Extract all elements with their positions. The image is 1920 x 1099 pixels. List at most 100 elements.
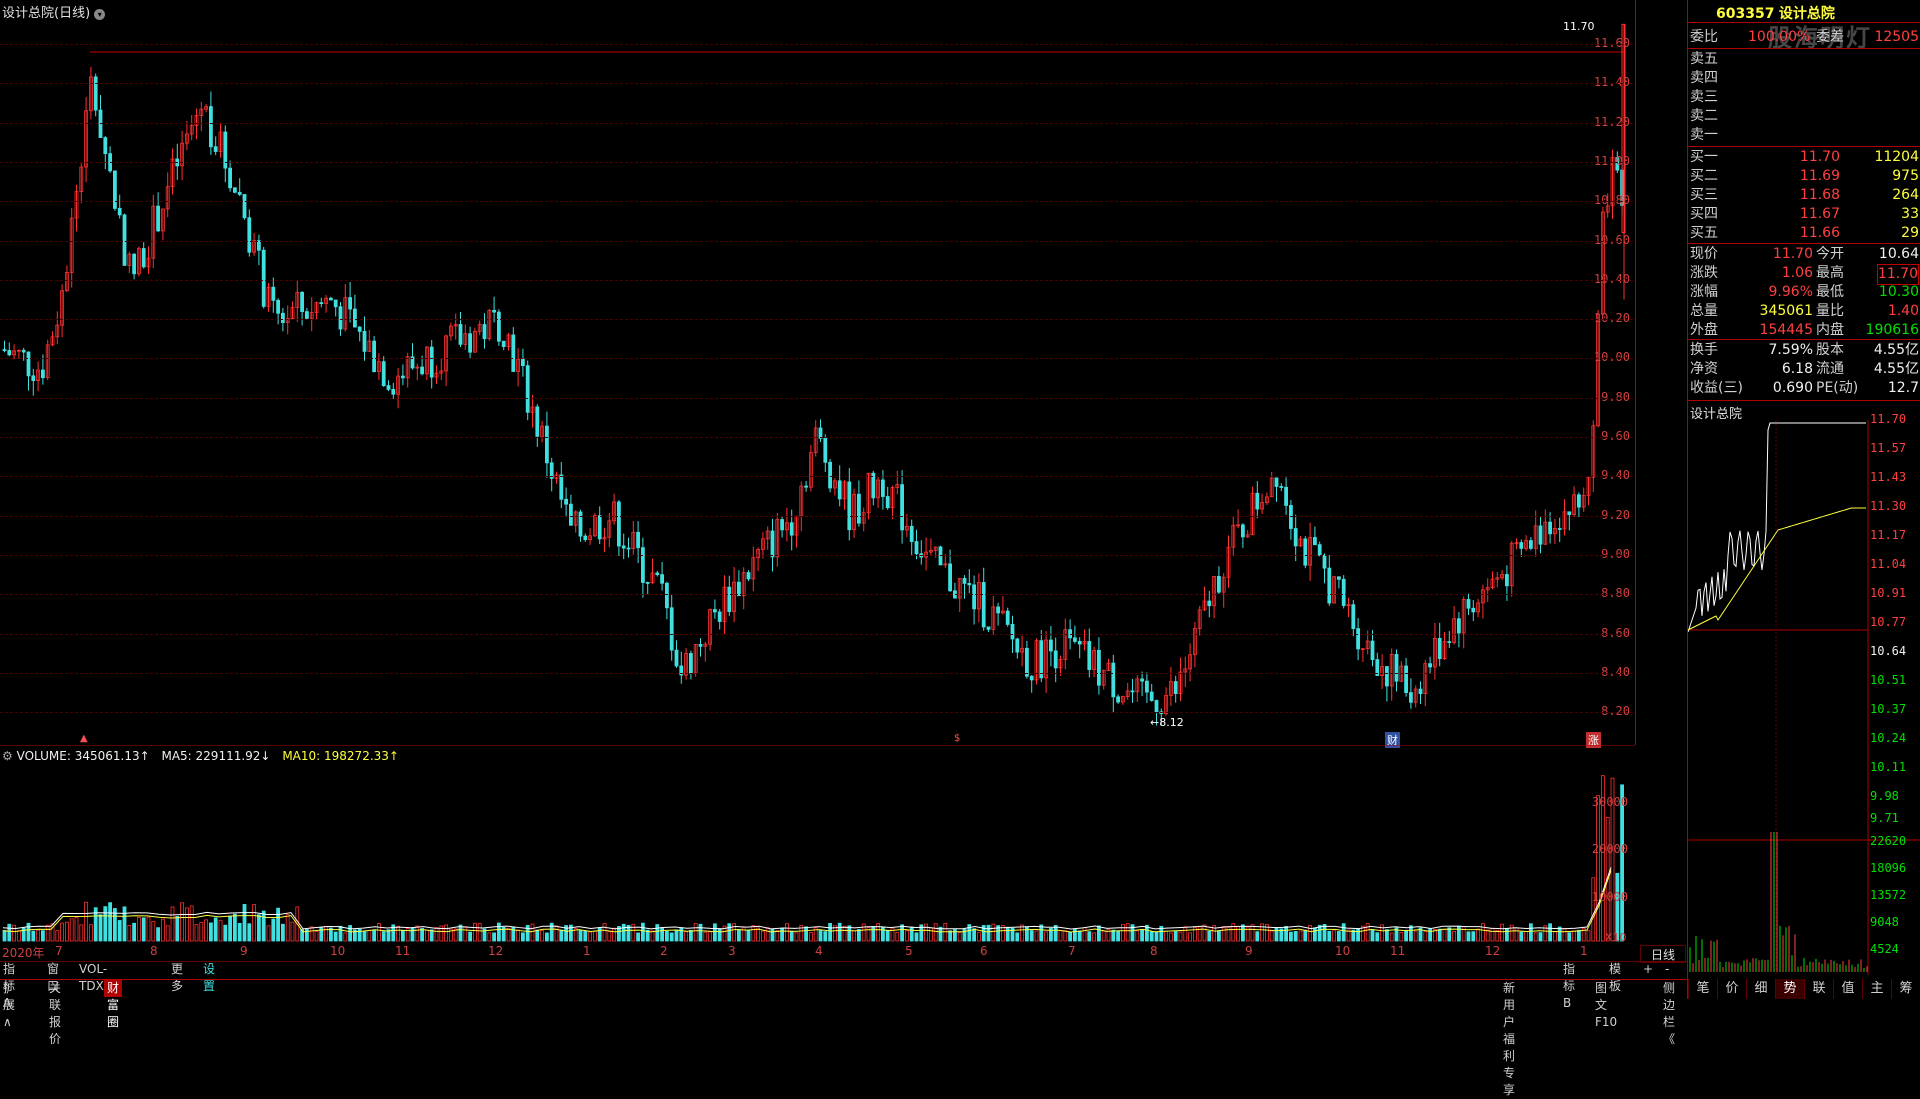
event-marker-1[interactable]: ▲ [80,733,88,744]
toolbar-button-1[interactable]: 窗口 [44,961,62,978]
side-tab-1[interactable]: 价 [1717,979,1746,999]
candle-body [1112,663,1115,697]
toolbar-button-0[interactable]: 指标B [1560,961,1578,978]
toolbar-button-2[interactable]: + [1640,961,1656,978]
candle-body [257,241,260,251]
toolbar-button-0[interactable]: 新用户福利专享 [1500,980,1518,997]
volume-bar [473,923,476,941]
volume-bar [464,927,467,941]
side-tab-6[interactable]: 主 [1862,979,1891,999]
side-tab-3[interactable]: 势 [1775,979,1804,999]
kline-chart[interactable]: 设计总院(日线) ▾ 11.60 11.40 11.20 11.00 10.80 10.6… [0,0,1636,745]
toolbar-button-2[interactable]: VOL-TDX [76,961,109,978]
volume-bar [1342,924,1345,941]
volume-bar [200,923,203,941]
candle-body [665,583,668,608]
toolbar-button-3[interactable]: 更多 [168,961,186,978]
volume-bar [929,928,932,941]
mini-vol-tick: 18096 [1870,861,1918,875]
stat-row: 总量 345061 量比 1.40 [1688,302,1920,321]
grid-line [0,358,1633,359]
candle-body [982,582,985,626]
candle-body [214,147,217,152]
volume-bar [737,930,740,941]
candle-body [689,653,692,673]
side-tab-0[interactable]: 笔 [1688,979,1717,999]
volume-bar [128,925,131,941]
price-tick: 10.80 [1588,193,1630,207]
candle-body [661,575,664,584]
volume-bar [1083,928,1086,941]
grid-line [0,83,1633,84]
volume-chart[interactable]: ⚙ VOLUME: 345061.13↑ MA5: 229111.92↓ MA1… [0,745,1635,956]
toolbar-button-2[interactable]: 财富圈 [104,980,122,997]
volume-bar [1237,927,1240,941]
stat2-value-2: 4.55亿 [1874,341,1919,360]
side-tab-4[interactable]: 联 [1804,979,1833,999]
toolbar-button-1[interactable]: 图文F10 [1592,980,1620,997]
candle-body [1088,642,1091,670]
toolbar-button-0[interactable]: 指标A [0,961,18,978]
price-tick: 10.20 [1588,311,1630,325]
volume-bar [224,925,227,941]
side-tab-5[interactable]: 值 [1833,979,1862,999]
event-marker-2[interactable]: $ [954,733,960,744]
volume-bar [593,931,596,941]
volume-bar [507,928,510,941]
candle-body [713,610,716,612]
side-tab-7[interactable]: 筹 [1891,979,1920,999]
grid-line [0,555,1633,556]
candle-body [32,376,35,381]
candle-body [857,494,860,523]
candle-body [1457,619,1460,633]
weicha-label: 委差 [1816,28,1844,47]
side-tab-2[interactable]: 细 [1746,979,1775,999]
toolbar-button-4[interactable]: 设置 [200,961,218,978]
volume-bar [1323,924,1326,941]
volume-bar [1169,933,1172,941]
volume-bar [104,907,107,941]
candle-body [1467,599,1470,608]
volume-bar [579,930,582,941]
volume-bar [771,929,774,941]
volume-bar [478,924,481,941]
volume-bar [17,931,20,941]
stat2-value: 6.18 [1782,360,1813,379]
stat-value-2: 11.70 [1877,264,1919,285]
toolbar-button-1[interactable]: 关联报价 [46,980,64,997]
volume-bar [1064,931,1067,941]
volume-bar [425,930,428,941]
volume-bar [1256,932,1259,941]
volume-bar [1529,924,1532,941]
volume-bar [1241,925,1244,941]
volume-bar [905,931,908,941]
candle-body [1275,478,1278,486]
mini-price-tick: 11.17 [1870,528,1918,542]
toolbar-button-1[interactable]: 模板 [1606,961,1624,978]
candle-body [1174,682,1177,694]
bid-volume: 11204 [1874,148,1919,167]
volume-bar [685,932,688,941]
volume-bar [1165,931,1168,941]
candle-body [512,335,515,372]
volume-bar [1117,931,1120,941]
bid-row: 买一 11.70 11204 [1688,148,1920,167]
candle-body [627,548,630,549]
toolbar-button-0[interactable]: 扩展∧ [0,980,18,997]
grid-line [0,123,1633,124]
stat-label: 涨幅 [1690,283,1718,302]
volume-bar [1270,931,1273,941]
volume-bar [555,926,558,941]
candle-body [1294,529,1297,546]
candle-body [1155,701,1158,712]
bid-label: 买三 [1690,186,1718,205]
candle-body [469,334,472,352]
candle-body [401,376,404,378]
toolbar-button-2[interactable]: 侧边栏《 [1660,980,1678,997]
price-tick: 10.40 [1588,272,1630,286]
volume-bar [1438,929,1441,941]
stat-label-2: 最高 [1816,264,1844,283]
toolbar-button-3[interactable]: - [1662,961,1672,978]
price-tick: 9.20 [1588,508,1630,522]
candle-body [133,254,136,274]
